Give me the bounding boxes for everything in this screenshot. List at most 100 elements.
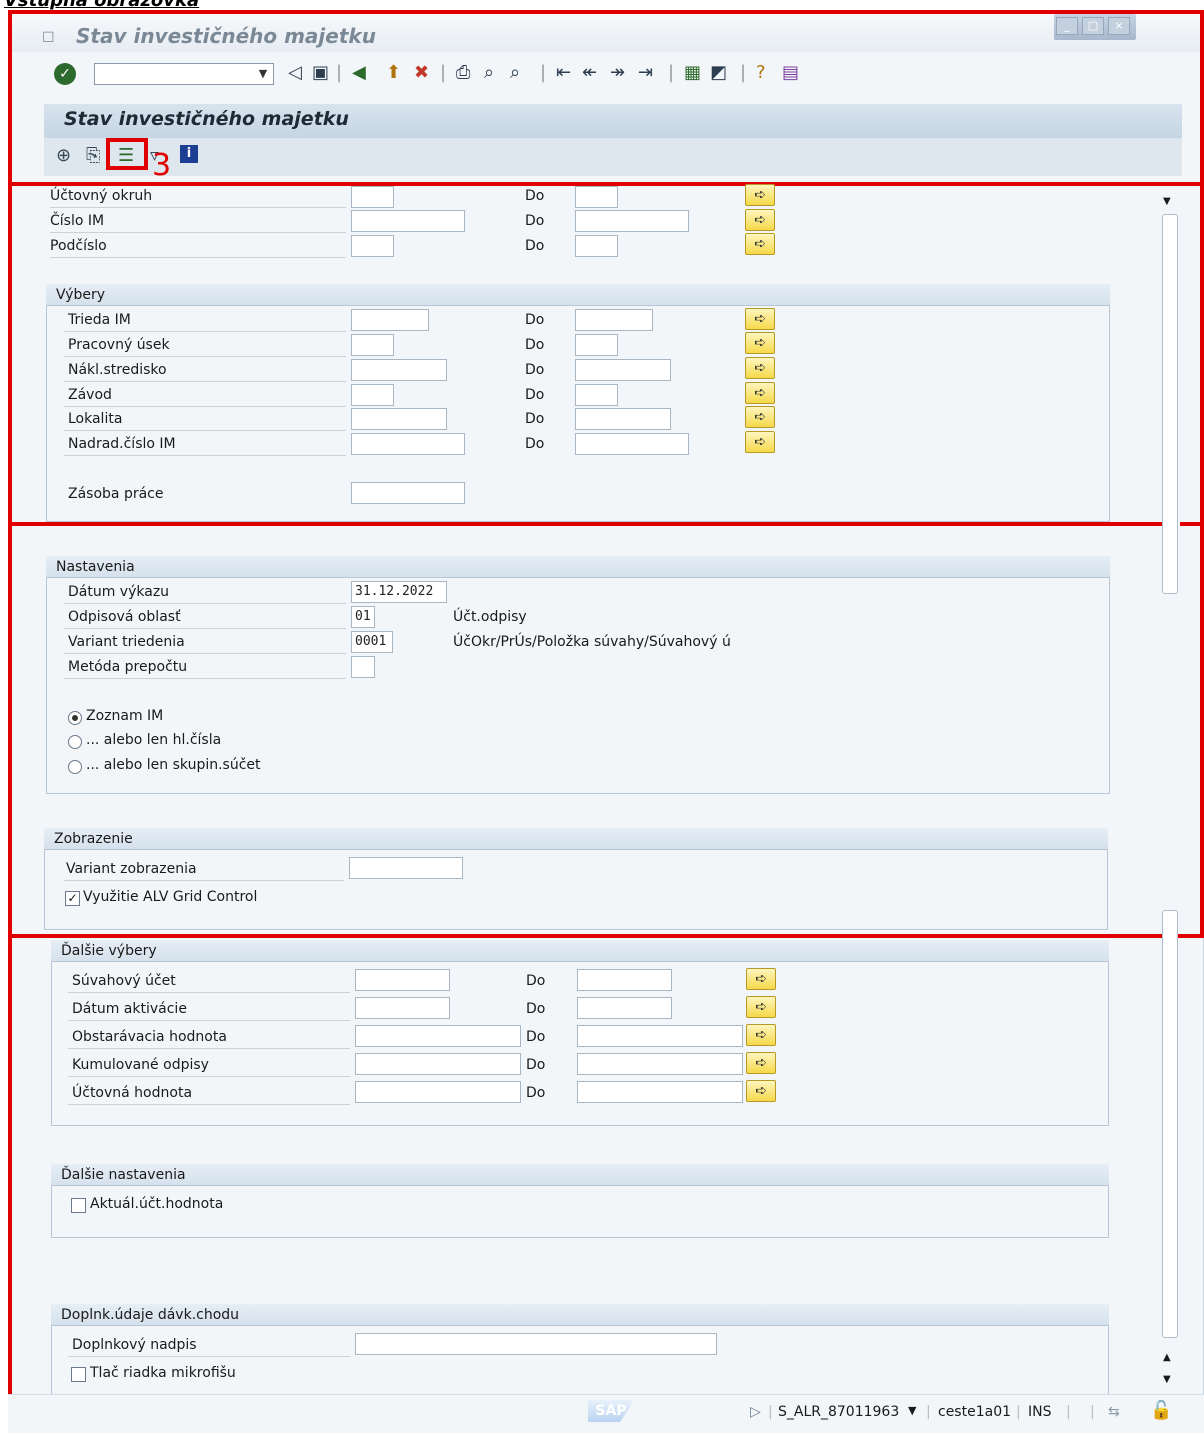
divider [64,653,346,654]
suvahovy-ucet-from[interactable] [355,969,450,991]
variant-triedenia-input[interactable]: 0001 [351,631,393,653]
lokalita-from[interactable] [351,408,447,430]
multiple-selection-button[interactable]: ➪ [745,308,775,330]
radio-hl-cisla[interactable] [68,735,82,749]
divider [68,1048,350,1049]
multiple-selection-button[interactable]: ➪ [745,332,775,354]
annotation-frame-1 [8,10,1204,186]
pracovny-usek-from[interactable] [351,334,394,356]
divider [68,1020,350,1021]
trieda-im-to[interactable] [575,309,653,331]
field-label: Odpisová oblasť [68,609,181,625]
divider [64,430,346,431]
do-label: Do [526,1001,546,1017]
cislo-im-to[interactable] [575,210,689,232]
uctovna-hodnota-from[interactable] [355,1081,521,1103]
kumulovane-odpisy-from[interactable] [355,1053,521,1075]
multiple-selection-button[interactable]: ➪ [745,209,775,231]
divider [68,1076,350,1077]
trieda-im-from[interactable] [351,309,429,331]
multiple-selection-button[interactable]: ➪ [745,406,775,428]
field-label: Variant zobrazenia [66,861,197,877]
podcislo-to[interactable] [575,235,618,257]
datum-vykazu-input[interactable]: 31.12.2022 [351,581,447,603]
nastavenia-header: Nastavenia [46,556,1110,578]
vybery-header: Výbery [46,284,1110,306]
doplnkovy-nadpis-input[interactable] [355,1333,717,1355]
ucet-okruh-to[interactable] [575,186,618,208]
field-label: Variant triedenia [68,634,185,650]
nakl-stredisko-from[interactable] [351,359,447,381]
obstaravacia-hodnota-to[interactable] [577,1025,743,1047]
field-label: Pracovný úsek [68,337,170,353]
lock-icon[interactable]: 🔓 [1150,1400,1172,1421]
multiple-selection-button[interactable]: ➪ [745,431,775,453]
uctovna-hodnota-to[interactable] [577,1081,743,1103]
checkbox-label: Aktuál.účt.hodnota [90,1196,224,1212]
metoda-prepoctu-input[interactable] [351,656,375,678]
scrollbar-thumb-lower[interactable] [1162,910,1178,1338]
divider [68,992,350,993]
radio-skupin-sucet[interactable] [68,760,82,774]
multiple-selection-button[interactable]: ➪ [746,996,776,1018]
field-label: Dátum výkazu [68,584,170,600]
multiple-selection-button[interactable]: ➪ [746,1052,776,1074]
variant-zobrazenia-input[interactable] [349,857,463,879]
nakl-stredisko-to[interactable] [575,359,671,381]
field-label: Účtovná hodnota [72,1085,193,1101]
field-label: Podčíslo [50,238,107,254]
scroll-down-icon[interactable]: ▼ [1163,196,1171,207]
settings-icon[interactable]: ⇆ [1108,1404,1120,1420]
field-label: Závod [68,387,112,403]
datum-aktivacie-to[interactable] [577,997,672,1019]
multiple-selection-button[interactable]: ➪ [745,184,775,206]
do-label: Do [525,238,545,254]
user-name: ceste1a01 [938,1404,1012,1420]
separator-icon: | [926,1404,931,1420]
tlac-mikrofis-checkbox[interactable] [71,1367,86,1382]
divider [64,331,346,332]
zasoba-prace-input[interactable] [351,482,465,504]
scroll-up-icon[interactable]: ▲ [1163,1352,1171,1363]
alv-grid-checkbox[interactable]: ✓ [65,891,80,906]
radio-label: ... alebo len hl.čísla [86,732,222,748]
scroll-down-icon[interactable]: ▼ [1163,1374,1171,1385]
field-label: Doplnkový nadpis [72,1337,197,1353]
chevron-down-icon[interactable]: ▼ [908,1404,916,1417]
ucet-okruh-from[interactable] [351,186,394,208]
field-label: Metóda prepočtu [68,659,188,675]
divider [68,1104,350,1105]
nadrad-cislo-to[interactable] [575,433,689,455]
divider [50,232,346,233]
odpisova-oblast-input[interactable]: 01 [351,606,375,628]
datum-aktivacie-from[interactable] [355,997,450,1019]
multiple-selection-button[interactable]: ➪ [745,382,775,404]
kumulovane-odpisy-to[interactable] [577,1053,743,1075]
podcislo-from[interactable] [351,235,394,257]
multiple-selection-button[interactable]: ➪ [746,968,776,990]
multiple-selection-button[interactable]: ➪ [746,1080,776,1102]
obstaravacia-hodnota-from[interactable] [355,1025,521,1047]
lokalita-to[interactable] [575,408,671,430]
field-label: Nákl.stredisko [68,362,167,378]
nadrad-cislo-from[interactable] [351,433,465,455]
do-label: Do [525,188,545,204]
cislo-im-from[interactable] [351,210,465,232]
radio-zoznam-im[interactable] [68,711,82,725]
aktual-hodnota-checkbox[interactable] [71,1198,86,1213]
field-label: Súvahový účet [72,973,176,989]
divider [50,207,346,208]
multiple-selection-button[interactable]: ➪ [745,233,775,255]
field-label: Kumulované odpisy [72,1057,209,1073]
play-icon[interactable]: ▷ [750,1404,761,1420]
suvahovy-ucet-to[interactable] [577,969,672,991]
field-label: Nadrad.číslo IM [68,436,176,452]
pracovny-usek-to[interactable] [575,334,618,356]
multiple-selection-button[interactable]: ➪ [746,1024,776,1046]
checkbox-label: Využitie ALV Grid Control [83,889,258,905]
multiple-selection-button[interactable]: ➪ [745,357,775,379]
zavod-to[interactable] [575,384,618,406]
scrollbar-thumb[interactable] [1162,214,1178,594]
field-label: Dátum aktivácie [72,1001,187,1017]
zavod-from[interactable] [351,384,394,406]
